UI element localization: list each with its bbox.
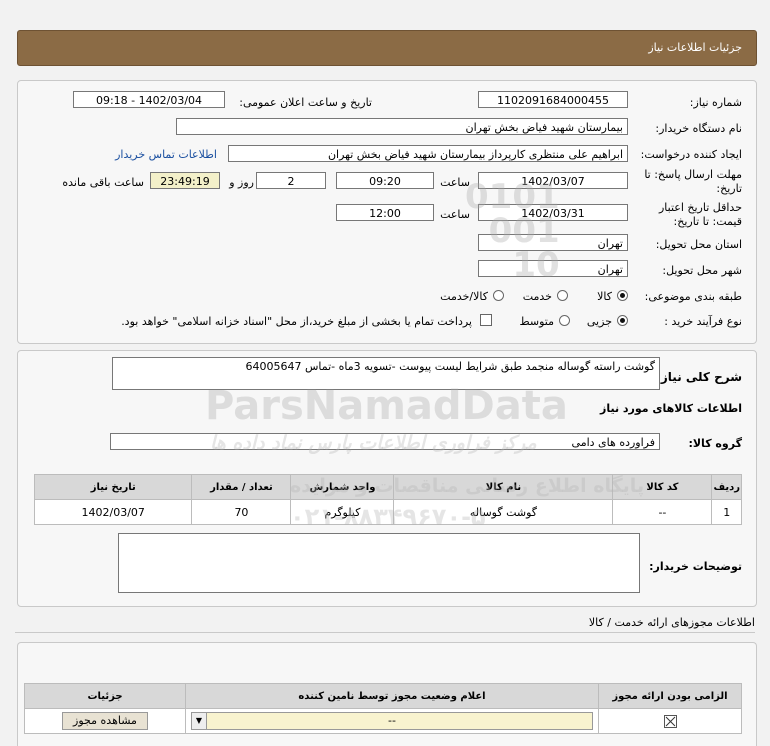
- deadline-time-field: 09:20: [336, 172, 434, 189]
- permit-required-checkbox[interactable]: [663, 714, 677, 728]
- city-field: تهران: [478, 260, 628, 277]
- buyer-notes-label: توضیحات خریدار:: [649, 560, 742, 573]
- buyer-org-label: نام دستگاه خریدار:: [655, 122, 742, 135]
- cell-name: گوشت گوساله: [393, 499, 614, 525]
- permits-table-header: الزامی بودن ارائه مجوز اعلام وضعیت مجوز …: [24, 683, 742, 709]
- cross-icon: [665, 716, 675, 727]
- category-label: طبقه بندی موضوعی:: [644, 290, 742, 303]
- summary-box: گوشت راسته گوساله منجمد طبق شرایط لیست پ…: [112, 357, 660, 390]
- category-radio-service[interactable]: [557, 290, 568, 301]
- chevron-down-icon: ▼: [192, 713, 207, 729]
- remaining-time-field: 23:49:19: [150, 172, 220, 189]
- cell-qty: 70: [191, 499, 292, 525]
- permits-title: اطلاعات مجوزهای ارائه خدمت / کالا: [588, 616, 755, 629]
- summary-label: شرح کلی نیاز:: [656, 370, 742, 384]
- col-date: تاریخ نیاز: [33, 474, 193, 500]
- category-radio-goods-service[interactable]: [493, 290, 504, 301]
- contact-buyer-link[interactable]: اطلاعات تماس خریدار: [115, 148, 217, 161]
- deadline-label-2: تاریخ:: [716, 182, 742, 195]
- province-label: استان محل تحویل:: [655, 238, 742, 251]
- goods-group-field: فراورده های دامی: [110, 433, 660, 450]
- cell-date: 1402/03/07: [33, 499, 193, 525]
- announce-field: 1402/03/04 - 09:18: [73, 91, 225, 108]
- col-code: کد کالا: [612, 474, 713, 500]
- permits-divider: [15, 632, 755, 633]
- province-field: تهران: [478, 234, 628, 251]
- process-option-medium: متوسط: [519, 315, 554, 328]
- permit-status-select[interactable]: -- ▼: [191, 712, 593, 730]
- creator-field: ابراهیم علی منتظری کارپرداز بیمارستان شه…: [228, 145, 628, 162]
- city-label: شهر محل تحویل:: [662, 264, 742, 277]
- days-label: روز و: [229, 176, 254, 189]
- process-label: نوع فرآیند خرید :: [664, 315, 742, 328]
- permit-status-cell: -- ▼: [185, 708, 599, 734]
- deadline-time-label: ساعت: [440, 176, 470, 189]
- remaining-label: ساعت باقی مانده: [62, 176, 144, 189]
- need-number-field: 1102091684000455: [478, 91, 628, 108]
- category-option-goods-service: کالا/خدمت: [440, 290, 488, 303]
- deadline-label: مهلت ارسال پاسخ: تا: [644, 168, 742, 181]
- goods-table: ردیف کد کالا نام کالا واحد شمارش تعداد /…: [33, 474, 742, 525]
- col-permit-required: الزامی بودن ارائه مجوز: [598, 683, 742, 709]
- buyer-notes-box: [118, 533, 640, 593]
- table-row: -- ▼ مشاهده مجوز: [24, 708, 742, 734]
- payment-note: پرداخت تمام یا بخشی از مبلغ خرید،از محل …: [121, 315, 472, 328]
- process-radio-medium[interactable]: [559, 315, 570, 326]
- page-header: جزئیات اطلاعات نیاز: [17, 30, 757, 66]
- goods-section-title: اطلاعات کالاهای مورد نیاز: [600, 402, 742, 415]
- category-option-goods: کالا: [597, 290, 612, 303]
- category-radio-goods[interactable]: [617, 290, 628, 301]
- need-number-label: شماره نیاز:: [689, 96, 742, 109]
- cell-unit: کیلوگرم: [290, 499, 395, 525]
- permit-required-cell: [598, 708, 742, 734]
- goods-table-header: ردیف کد کالا نام کالا واحد شمارش تعداد /…: [33, 474, 742, 500]
- validity-time-field: 12:00: [336, 204, 434, 221]
- page-title: جزئیات اطلاعات نیاز: [648, 41, 742, 54]
- deadline-date-field: 1402/03/07: [478, 172, 628, 189]
- validity-label: حداقل تاریخ اعتبار: [658, 201, 742, 214]
- validity-date-field: 1402/03/31: [478, 204, 628, 221]
- permits-table: الزامی بودن ارائه مجوز اعلام وضعیت مجوز …: [24, 683, 742, 734]
- col-permit-details: جزئیات: [24, 683, 186, 709]
- days-field: 2: [256, 172, 326, 189]
- summary-text: گوشت راسته گوساله منجمد طبق شرایط لیست پ…: [245, 360, 655, 373]
- validity-time-label: ساعت: [440, 208, 470, 221]
- col-qty: تعداد / مقدار: [191, 474, 292, 500]
- category-option-service: خدمت: [522, 290, 552, 303]
- cell-code: --: [612, 499, 713, 525]
- cell-row: 1: [711, 499, 742, 525]
- process-radio-minor[interactable]: [617, 315, 628, 326]
- payment-checkbox[interactable]: [480, 314, 492, 326]
- view-permit-button[interactable]: مشاهده مجوز: [62, 712, 148, 730]
- permit-status-value: --: [388, 714, 396, 727]
- process-option-minor: جزیی: [586, 315, 612, 328]
- col-name: نام کالا: [393, 474, 614, 500]
- announce-label: تاریخ و ساعت اعلان عمومی:: [239, 96, 372, 109]
- col-row: ردیف: [711, 474, 742, 500]
- validity-label-2: قیمت: تا تاریخ:: [673, 215, 742, 228]
- buyer-org-field: بیمارستان شهید فیاض بخش تهران: [176, 118, 628, 135]
- creator-label: ایجاد کننده درخواست:: [640, 148, 742, 161]
- goods-group-label: گروه کالا:: [688, 437, 742, 450]
- permit-details-cell: مشاهده مجوز: [24, 708, 186, 734]
- col-permit-status: اعلام وضعیت مجوز توسط نامین کننده: [185, 683, 599, 709]
- table-row: 1 -- گوشت گوساله کیلوگرم 70 1402/03/07: [33, 499, 742, 525]
- col-unit: واحد شمارش: [290, 474, 395, 500]
